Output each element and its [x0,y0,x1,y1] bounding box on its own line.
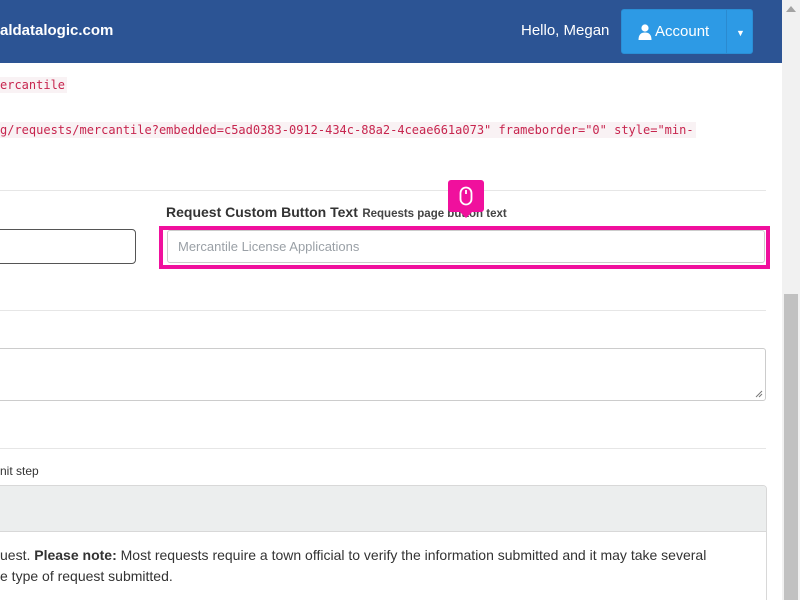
description-textarea[interactable] [0,348,766,401]
embed-name-code: ercantile [0,77,68,93]
panel-heading [0,486,766,532]
scroll-up-arrow-icon[interactable] [786,6,796,12]
panel-note-pre: uest. [0,547,35,563]
left-text-input[interactable] [0,229,136,264]
panel-note-bold: Please note: [34,547,117,563]
user-greeting: Hello, Megan [521,22,610,39]
submit-step-label: nit step [0,464,39,478]
caret-down-icon[interactable]: ▼ [736,28,745,38]
section-divider [0,448,766,449]
account-button[interactable]: Account ▼ [621,9,753,54]
embed-iframe-code: g/requests/mercantile?embedded=c5ad0383-… [0,122,696,138]
custom-button-help-text: Requests page button text [362,208,507,220]
custom-button-text-input[interactable] [167,230,765,263]
section-divider [0,190,766,191]
section-divider [0,310,766,311]
account-divider [726,10,727,53]
click-indicator-badge [448,180,484,218]
site-brand[interactable]: aldatalogic.com [0,22,113,39]
custom-button-label-text: Request Custom Button Text [166,204,358,220]
account-label: Account [655,23,710,40]
scrollbar-thumb[interactable] [784,294,798,600]
mouse-icon [459,186,473,206]
panel-note-text: uest. Please note: Most requests require… [0,545,706,587]
vertical-scrollbar[interactable] [782,0,800,600]
panel-note-post: Most requests require a town official to… [116,547,707,563]
resize-grip-icon[interactable] [755,390,763,398]
top-navbar: aldatalogic.com Hello, Megan Account ▼ [0,0,782,63]
user-icon [638,24,652,40]
panel-note-line2: e type of request submitted. [0,568,173,584]
page-content: ercantile g/requests/mercantile?embedded… [0,63,782,600]
